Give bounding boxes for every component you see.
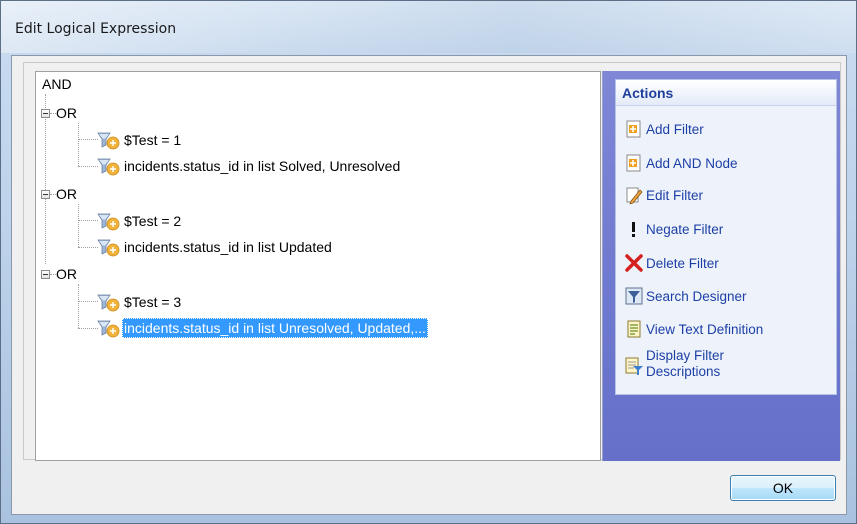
edit-pencil-icon	[624, 185, 644, 205]
filter-funnel-icon	[97, 158, 120, 176]
filter-label: incidents.status_id in list Solved, Unre…	[124, 158, 401, 174]
action-label: Edit Filter	[646, 187, 704, 203]
tree-filter-item[interactable]: $Test = 1	[122, 130, 183, 150]
filter-descriptions-icon	[624, 356, 644, 376]
tree-filter-item-selected[interactable]: incidents.status_id in list Unresolved, …	[122, 318, 428, 338]
filter-funnel-icon	[97, 239, 120, 257]
tree-connector	[78, 247, 98, 248]
tree-node-or-2[interactable]: OR	[54, 184, 79, 204]
tree-node-or-3[interactable]: OR	[54, 264, 79, 284]
action-label: Negate Filter	[646, 221, 724, 237]
tree-root-label: AND	[42, 76, 72, 92]
search-designer-button[interactable]: Search Designer	[624, 284, 747, 308]
or-node-label: OR	[56, 105, 77, 121]
edit-filter-button[interactable]: Edit Filter	[624, 183, 703, 207]
exclamation-icon	[624, 219, 644, 239]
filter-funnel-icon	[97, 213, 120, 231]
or-node-label: OR	[56, 186, 77, 202]
red-x-icon	[624, 253, 644, 273]
ok-button[interactable]: OK	[730, 475, 836, 501]
expression-tree[interactable]: AND OR $Test = 1 incidents.status_id in …	[35, 71, 601, 461]
add-node-icon	[624, 153, 644, 173]
tree-connector	[78, 301, 98, 302]
action-label: Add AND Node	[646, 155, 738, 171]
action-label: Search Designer	[646, 288, 747, 304]
tree-filter-item[interactable]: $Test = 2	[122, 211, 183, 231]
actions-header: Actions	[616, 80, 836, 106]
tree-filter-item[interactable]: $Test = 3	[122, 292, 183, 312]
tree-filter-item[interactable]: incidents.status_id in list Updated	[122, 237, 334, 257]
tree-connector	[78, 284, 79, 328]
tree-connector	[78, 139, 98, 140]
action-label: Add Filter	[646, 121, 704, 137]
display-filter-descriptions-button[interactable]: Display Filter Descriptions	[624, 348, 776, 388]
action-label: Delete Filter	[646, 255, 719, 271]
actions-list: Actions Add Filter Add AND Node Edit Fil…	[615, 79, 837, 395]
add-and-node-button[interactable]: Add AND Node	[624, 151, 738, 175]
filter-label: incidents.status_id in list Updated	[124, 239, 332, 255]
tree-filter-item[interactable]: incidents.status_id in list Solved, Unre…	[122, 156, 402, 176]
tree-root-and[interactable]: AND	[40, 74, 74, 94]
text-document-icon	[624, 319, 644, 339]
view-text-definition-button[interactable]: View Text Definition	[624, 317, 763, 341]
dialog-window: Edit Logical Expression AND OR $Test = 1	[0, 0, 857, 524]
filter-funnel-icon	[97, 294, 120, 312]
add-filter-icon	[624, 119, 644, 139]
filter-funnel-icon	[97, 132, 120, 150]
collapse-toggle-icon[interactable]	[41, 270, 50, 279]
tree-node-or-1[interactable]: OR	[54, 103, 79, 123]
actions-panel: Actions Add Filter Add AND Node Edit Fil…	[602, 71, 840, 461]
tree-connector	[78, 328, 98, 329]
tree-connector	[78, 123, 79, 166]
search-designer-icon	[624, 286, 644, 306]
tree-connector	[78, 204, 79, 247]
negate-filter-button[interactable]: Negate Filter	[624, 217, 723, 241]
action-label: Display Filter Descriptions	[646, 348, 725, 379]
collapse-toggle-icon[interactable]	[41, 109, 50, 118]
filter-label: $Test = 1	[124, 132, 182, 148]
delete-filter-button[interactable]: Delete Filter	[624, 251, 719, 275]
title-bar[interactable]: Edit Logical Expression	[1, 1, 856, 53]
action-label: View Text Definition	[646, 321, 764, 337]
filter-label: incidents.status_id in list Unresolved, …	[122, 318, 428, 338]
or-node-label: OR	[56, 266, 77, 282]
tree-connector	[45, 94, 46, 264]
add-filter-button[interactable]: Add Filter	[624, 117, 704, 141]
filter-label: $Test = 3	[124, 294, 182, 310]
collapse-toggle-icon[interactable]	[41, 190, 50, 199]
filter-label: $Test = 2	[124, 213, 182, 229]
tree-connector	[78, 220, 98, 221]
window-title: Edit Logical Expression	[15, 21, 177, 37]
filter-funnel-icon	[97, 320, 120, 338]
tree-connector	[78, 166, 98, 167]
